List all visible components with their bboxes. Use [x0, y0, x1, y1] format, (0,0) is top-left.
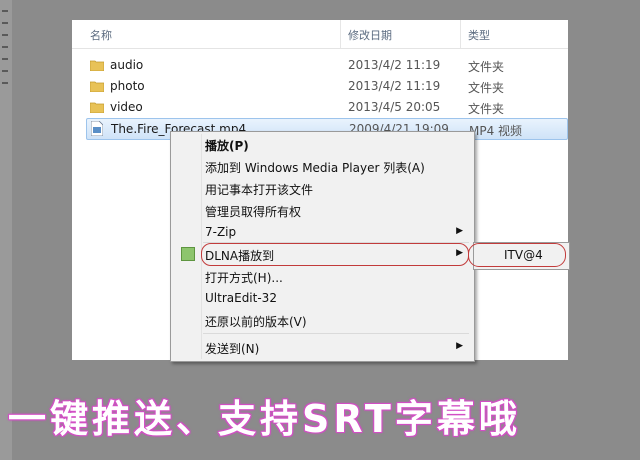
menu-item-restore-versions[interactable]: 还原以前的版本(V) — [173, 310, 471, 331]
folder-icon — [90, 60, 104, 71]
menu-item-play[interactable]: 播放(P) — [173, 134, 471, 155]
submenu-item-itv[interactable]: ITV@4 — [504, 248, 543, 262]
submenu-arrow-icon: ▶ — [456, 248, 463, 258]
column-header-name[interactable]: 名称 — [90, 27, 112, 43]
menu-item-7zip[interactable]: 7-Zip ▶ — [173, 222, 471, 243]
menu-item-add-to-wmp[interactable]: 添加到 Windows Media Player 列表(A) — [173, 156, 471, 177]
menu-item-dlna-play[interactable]: DLNA播放到 ▶ — [173, 243, 471, 266]
dlna-icon — [181, 247, 195, 261]
menu-item-send-to[interactable]: 发送到(N) ▶ — [173, 337, 471, 358]
file-row-photo[interactable]: photo 2013/4/2 11:19 文件夹 — [86, 76, 566, 96]
file-type: 文件夹 — [468, 60, 505, 74]
submenu-arrow-icon: ▶ — [456, 226, 463, 236]
folder-icon — [90, 81, 104, 92]
file-date: 2013/4/2 11:19 — [348, 79, 441, 93]
column-header-date[interactable]: 修改日期 — [348, 27, 392, 43]
context-menu: 播放(P) 添加到 Windows Media Player 列表(A) 用记事… — [170, 131, 475, 362]
file-type: 文件夹 — [468, 81, 505, 95]
file-row-audio[interactable]: audio 2013/4/2 11:19 文件夹 — [86, 55, 566, 75]
column-header-bar: 名称 修改日期 类型 — [72, 20, 568, 49]
menu-item-open-with[interactable]: 打开方式(H)... — [173, 266, 471, 287]
menu-item-open-notepad[interactable]: 用记事本打开该文件 — [173, 178, 471, 199]
file-date: 2013/4/2 11:19 — [348, 58, 441, 72]
file-date: 2013/4/5 20:05 — [348, 100, 441, 114]
file-name: audio — [110, 58, 144, 72]
file-row-video[interactable]: video 2013/4/5 20:05 文件夹 — [86, 97, 566, 117]
file-type: 文件夹 — [468, 102, 505, 116]
submenu-arrow-icon: ▶ — [456, 341, 463, 351]
folder-icon — [90, 102, 104, 113]
file-name: video — [110, 100, 143, 114]
file-type: MP4 视频 — [469, 124, 523, 138]
column-header-type[interactable]: 类型 — [468, 27, 490, 43]
menu-item-ultraedit[interactable]: UltraEdit-32 — [173, 288, 471, 309]
promo-caption: 一键推送、支持SRT字幕哦 — [8, 397, 521, 441]
file-name: photo — [110, 79, 145, 93]
video-file-icon — [91, 121, 103, 136]
menu-item-take-ownership[interactable]: 管理员取得所有权 — [173, 200, 471, 221]
dlna-submenu: ITV@4 — [468, 242, 570, 270]
